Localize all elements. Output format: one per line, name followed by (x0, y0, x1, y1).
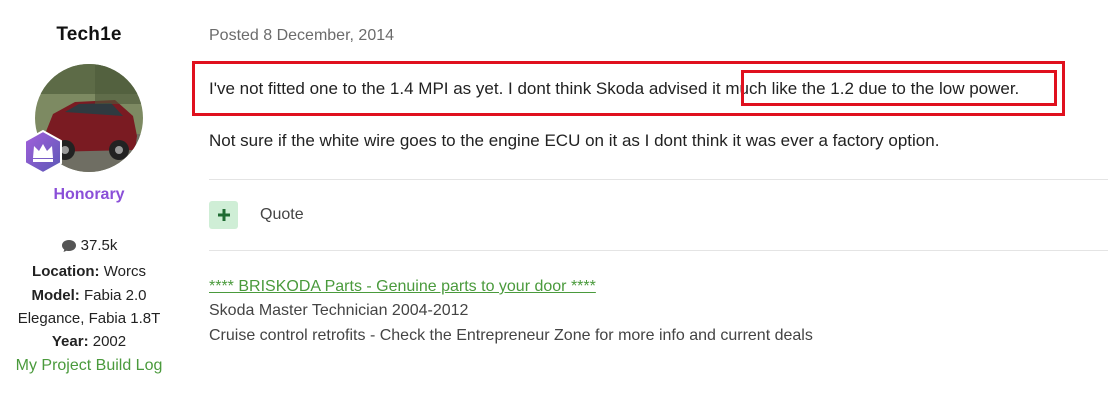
post-paragraph-2: Not sure if the white wire goes to the e… (209, 131, 940, 150)
reaction-button[interactable] (209, 201, 238, 229)
comment-icon (61, 240, 76, 253)
divider (209, 179, 1108, 180)
rank-badge (20, 129, 66, 175)
year-row: Year: 2002 (0, 330, 178, 353)
highlight-box-inner (741, 70, 1057, 106)
crown-icon (24, 129, 62, 175)
model-row-2: Elegance, Fabia 1.8T (0, 307, 178, 330)
plus-icon (217, 209, 230, 221)
model-value-line2: Elegance, Fabia 1.8T (17, 310, 161, 328)
build-log-link[interactable]: My Project Build Log (16, 357, 163, 374)
author-stats: 37.5k Location: Worcs Model: Fabia 2.0 E… (0, 234, 178, 377)
signature-link[interactable]: **** BRISKODA Parts - Genuine parts to y… (209, 278, 596, 296)
year-value: 2002 (92, 333, 127, 351)
post-count: 37.5k (0, 234, 178, 260)
signature-line: Cruise control retrofits - Check the Ent… (209, 327, 813, 344)
location-label: Location: (32, 263, 100, 281)
author-name[interactable]: Tech1e (0, 24, 178, 46)
rank-title: Honorary (53, 186, 125, 203)
year-label: Year: (51, 333, 89, 351)
quote-button[interactable]: Quote (260, 206, 304, 224)
location-row: Location: Worcs (0, 260, 178, 283)
model-value-line1: Fabia 2.0 (83, 286, 147, 304)
build-log-row: My Project Build Log (0, 354, 178, 377)
model-label: Model: (31, 286, 80, 304)
location-value: Worcs (103, 263, 146, 281)
forum-post: Tech1e Honorary 37.5k Location: Worcs Mo… (0, 0, 1108, 415)
post-date[interactable]: Posted 8 December, 2014 (209, 27, 394, 45)
divider (209, 250, 1108, 251)
signature-line: Skoda Master Technician 2004-2012 (209, 302, 469, 319)
post-count-value: 37.5k (80, 237, 118, 254)
model-row: Model: Fabia 2.0 (0, 284, 178, 307)
